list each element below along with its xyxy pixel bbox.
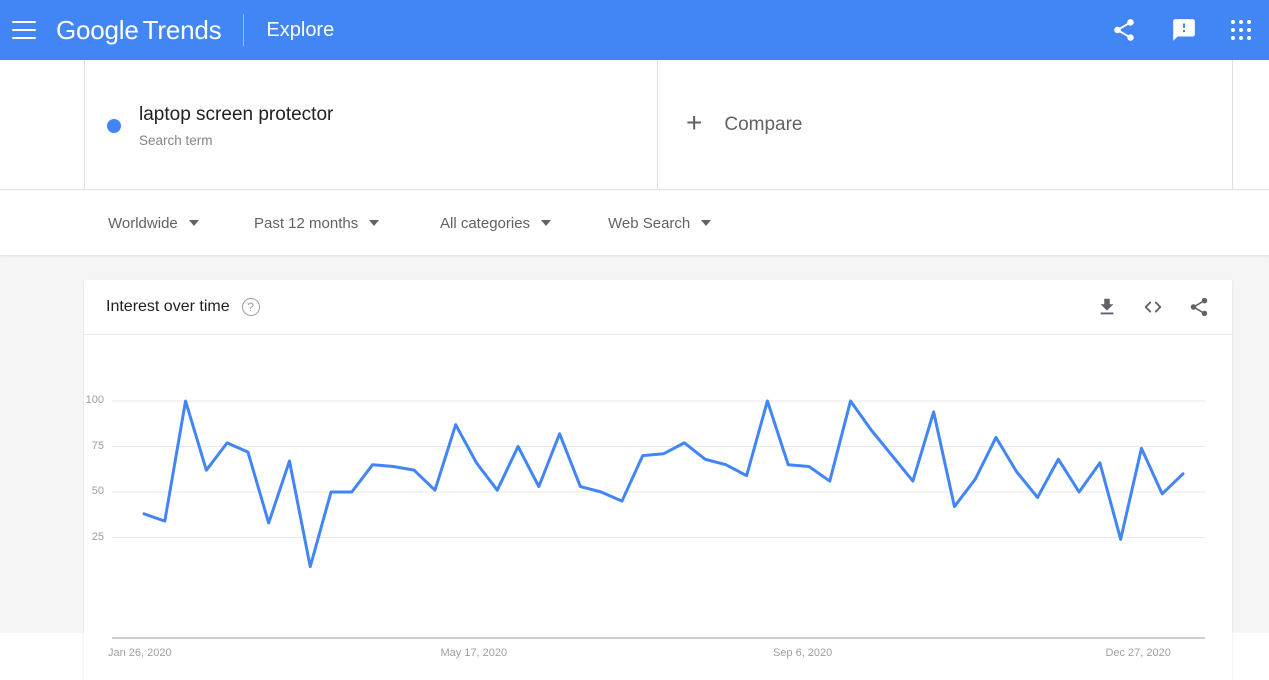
chart-gridlines [112, 400, 1205, 538]
filter-location-label: Worldwide [108, 214, 178, 232]
top-app-bar: Google Trends Explore [0, 0, 1269, 60]
compare-label: Compare [724, 113, 803, 135]
share-icon[interactable] [1111, 17, 1137, 43]
brand-google-text: Google [56, 14, 139, 45]
download-icon[interactable] [1096, 296, 1118, 318]
search-term-texts: laptop screen protector Search term [139, 102, 333, 148]
plus-icon: + [686, 107, 703, 138]
filter-search-type-label: Web Search [608, 214, 691, 232]
filter-category[interactable]: All categories [440, 214, 552, 232]
search-terms-row: laptop screen protector Search term + Co… [0, 60, 1269, 190]
series-color-dot [107, 118, 121, 133]
x-axis-tick-label: May 17, 2020 [440, 647, 508, 659]
hamburger-menu-icon[interactable] [12, 21, 36, 39]
chevron-down-icon [701, 220, 712, 226]
help-icon[interactable]: ? [241, 298, 260, 316]
card-actions [1096, 296, 1210, 318]
search-term-title: laptop screen protector [139, 103, 334, 125]
x-axis-tick-label: Sep 6, 2020 [772, 647, 833, 659]
x-axis-tick-label: Jan 26, 2020 [108, 647, 172, 659]
feedback-icon[interactable] [1171, 17, 1197, 43]
interest-over-time-chart[interactable]: 100 75 50 25 Jan 26, 2020 May 17, 2020 Sep 6,… [84, 335, 1232, 680]
embed-code-icon[interactable] [1142, 296, 1164, 318]
interest-over-time-card: Interest over time ? 100 75 50 25 Jan 26, 2… [84, 280, 1232, 680]
filter-time-range[interactable]: Past 12 months [254, 214, 380, 232]
x-axis-tick-label: Dec 27, 2020 [1105, 647, 1171, 659]
apps-grid-icon[interactable] [1231, 20, 1251, 40]
chevron-down-icon [541, 220, 552, 226]
brand-trends-text: Trends [142, 14, 222, 45]
share-icon[interactable] [1188, 296, 1210, 318]
y-axis-tick-label: 50 [91, 485, 104, 497]
filters-bar: Worldwide Past 12 months All categories … [0, 191, 1269, 255]
app-bar-actions [1111, 17, 1251, 43]
chart-svg [112, 399, 1205, 639]
y-axis-tick-label: 100 [85, 394, 104, 406]
filter-location[interactable]: Worldwide [108, 215, 199, 232]
filter-search-type[interactable]: Web Search [608, 214, 712, 232]
filter-category-label: All categories [440, 214, 531, 232]
google-trends-logo[interactable]: Google Trends [56, 14, 222, 46]
card-header: Interest over time ? [84, 280, 1232, 335]
terms-right-spacer [1233, 60, 1269, 189]
chevron-down-icon [188, 220, 199, 226]
card-title: Interest over time [106, 298, 230, 315]
compare-button[interactable]: + Compare [658, 60, 1233, 189]
trend-line-series [142, 399, 1185, 569]
search-term-subtitle: Search term [139, 132, 213, 148]
y-axis-tick-label: 25 [91, 530, 104, 543]
chevron-down-icon [369, 220, 380, 226]
terms-left-spacer [0, 60, 84, 189]
header-divider [243, 14, 245, 46]
y-axis-tick-label: 75 [91, 439, 104, 452]
filter-time-range-label: Past 12 months [254, 214, 359, 232]
search-term-card[interactable]: laptop screen protector Search term [84, 60, 658, 189]
explore-nav-link[interactable]: Explore [266, 19, 334, 42]
